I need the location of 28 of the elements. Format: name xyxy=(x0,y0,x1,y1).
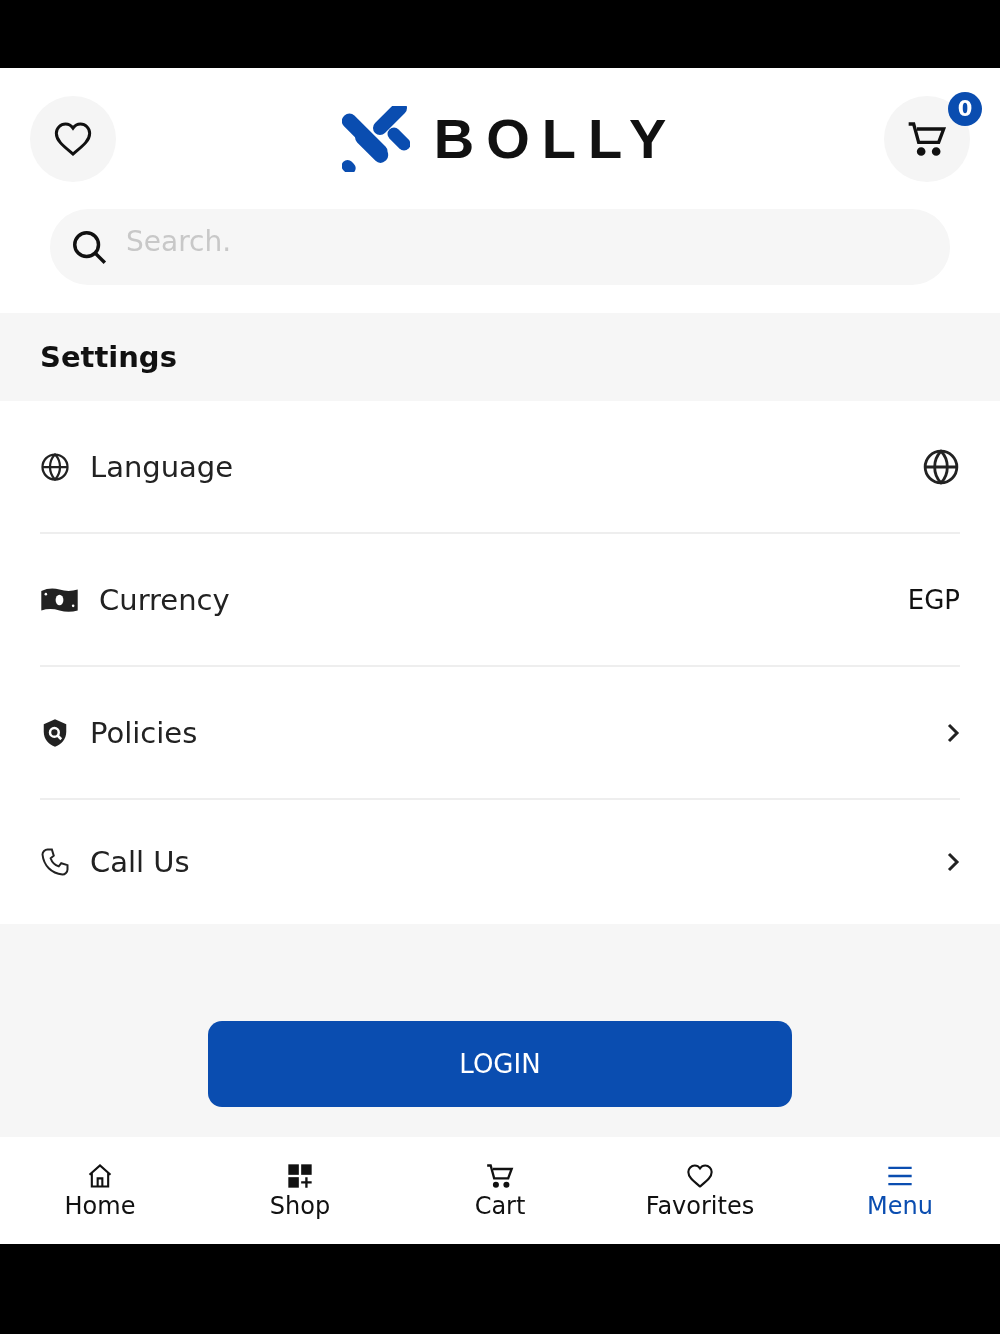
settings-label: Policies xyxy=(90,715,199,750)
cart-icon xyxy=(486,1161,514,1190)
heart-icon xyxy=(686,1161,714,1190)
logo-icon xyxy=(341,105,410,172)
search-icon xyxy=(70,228,108,266)
brand-name: BOLLY xyxy=(433,106,679,171)
section-title: Settings xyxy=(40,340,177,374)
settings-row[interactable]: Language xyxy=(40,401,960,534)
settings-row[interactable]: Policies xyxy=(40,667,960,800)
chevron-right-icon xyxy=(946,851,960,873)
settings-label: Currency xyxy=(99,582,231,617)
nav-tab[interactable]: Favorites xyxy=(600,1137,800,1244)
settings-label: Language xyxy=(90,449,235,484)
chevron-right-icon xyxy=(946,721,960,744)
settings-row[interactable]: Call Us xyxy=(40,800,960,924)
phone-icon xyxy=(40,847,70,877)
settings-label: Call Us xyxy=(90,845,191,879)
language-globe-icon xyxy=(922,447,960,486)
nav-tab[interactable]: Menu xyxy=(800,1137,1000,1244)
cart-count-badge: 0 xyxy=(948,91,982,126)
settings-row[interactable]: Currency EGP xyxy=(40,534,960,667)
nav-tab[interactable]: Home xyxy=(0,1137,200,1244)
nav-tab[interactable]: Shop xyxy=(200,1137,400,1244)
globe-icon xyxy=(40,451,70,482)
login-button[interactable]: LOGIN xyxy=(208,1021,792,1107)
nav-tab[interactable]: Cart xyxy=(400,1137,600,1244)
currency-value: EGP xyxy=(907,584,960,615)
grid-plus-icon xyxy=(286,1161,314,1190)
